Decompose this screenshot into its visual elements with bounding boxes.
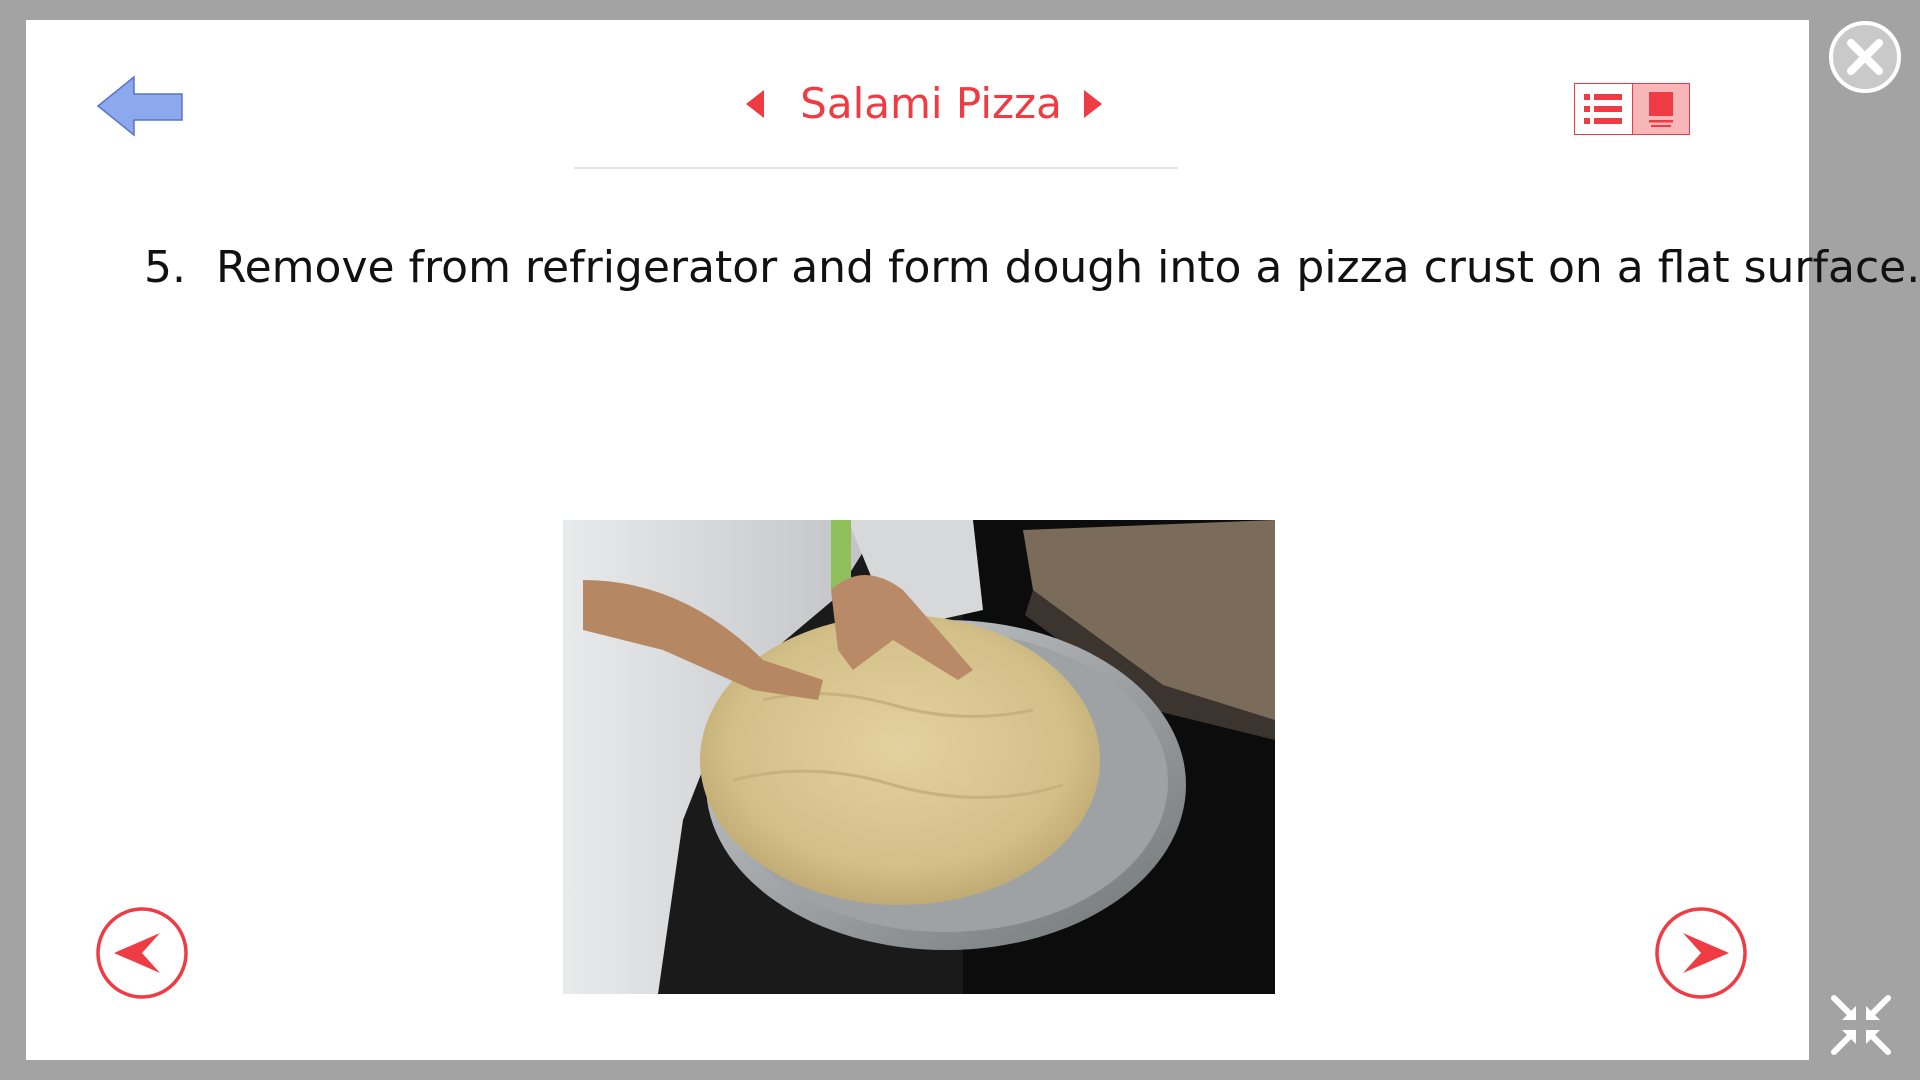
slide-panel: Salami Pizza 5. Remove from refrigerator… [26, 20, 1920, 1060]
slide-view-button[interactable] [1631, 84, 1689, 134]
circle-arrow-left-icon[interactable] [94, 905, 190, 1001]
instruction-step: 5. Remove from refrigerator and form doug… [144, 242, 1920, 293]
recipe-title: Salami Pizza [800, 79, 1062, 128]
slide-view-icon [1648, 92, 1673, 127]
list-view-icon [1584, 94, 1623, 124]
list-view-button[interactable] [1575, 84, 1632, 134]
caret-left-icon[interactable] [740, 86, 770, 122]
close-icon[interactable] [1828, 20, 1902, 94]
step-text: Remove from refrigerator and form dough … [216, 242, 1920, 293]
view-toggle [1574, 83, 1690, 135]
title-divider [574, 167, 1178, 169]
caret-right-icon[interactable] [1078, 86, 1108, 122]
collapse-icon[interactable] [1828, 992, 1894, 1058]
step-photo [563, 520, 1275, 994]
step-number: 5. [144, 242, 186, 293]
circle-arrow-right-icon[interactable] [1653, 905, 1749, 1001]
title-bar: Salami Pizza [26, 72, 1809, 136]
